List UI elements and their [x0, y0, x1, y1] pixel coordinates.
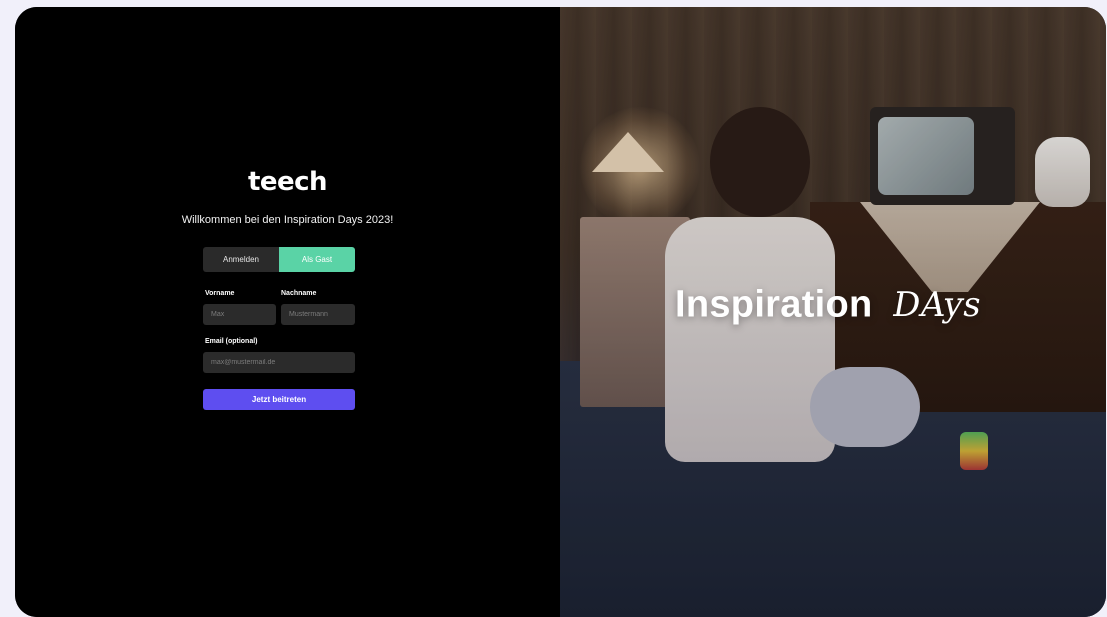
app-frame: teech Willkommen bei den Inspiration Day…	[15, 7, 1106, 617]
brand-logo: teech	[247, 167, 328, 197]
guest-tab[interactable]: Als Gast	[279, 247, 355, 272]
email-label: Email (optional)	[205, 338, 258, 345]
guest-tab-label: Als Gast	[301, 255, 333, 264]
login-tab[interactable]: Anmelden	[203, 247, 279, 272]
first-name-input[interactable]	[203, 304, 276, 325]
hero-title-main: Inspiration	[675, 283, 873, 326]
first-name-label: Vorname	[205, 290, 235, 297]
hero-image-panel: Inspiration DAys	[560, 7, 1106, 617]
login-tab-label: Anmelden	[222, 255, 260, 264]
auth-mode-toggle: Anmelden Als Gast	[203, 247, 355, 272]
hero-title-accent: DAys	[889, 284, 986, 325]
hero-title: Inspiration DAys	[675, 282, 986, 326]
last-name-label: Nachname	[281, 290, 317, 297]
join-button[interactable]: Jetzt beitreten	[203, 389, 355, 410]
email-input[interactable]	[203, 352, 355, 373]
last-name-input[interactable]	[281, 304, 355, 325]
login-panel: teech Willkommen bei den Inspiration Day…	[15, 7, 560, 617]
welcome-text: Willkommen bei den Inspiration Days 2023…	[181, 214, 394, 226]
